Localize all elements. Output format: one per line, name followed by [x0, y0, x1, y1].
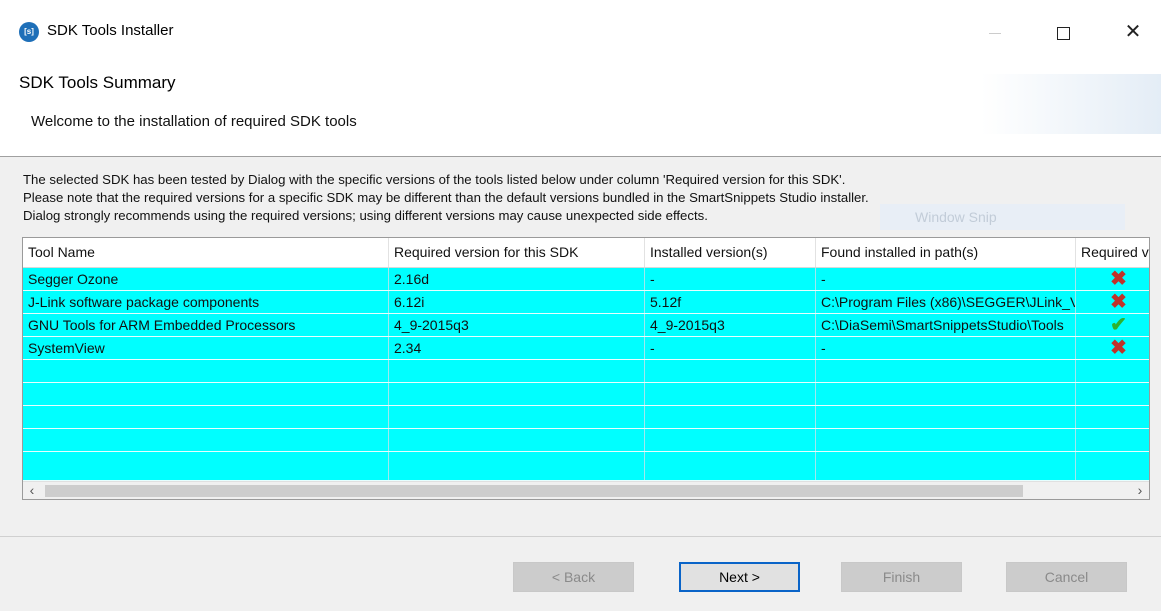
cell-status: ✖ — [1076, 291, 1149, 313]
cell-found-path: C:\Program Files (x86)\SEGGER\JLink_V512… — [816, 291, 1076, 313]
table-row[interactable]: Segger Ozone 2.16d - - ✖ — [23, 268, 1149, 291]
cell-status: ✔ — [1076, 314, 1149, 336]
cell-required-version: 2.16d — [389, 268, 645, 290]
error-x-icon: ✖ — [1110, 291, 1127, 313]
cell-found-path: - — [816, 337, 1076, 359]
minimize-button[interactable] — [972, 14, 1018, 50]
scrollbar-thumb[interactable] — [45, 485, 1023, 497]
empty-cell — [23, 429, 389, 451]
empty-cell — [23, 452, 389, 480]
empty-cell — [816, 360, 1076, 382]
window-title: SDK Tools Installer — [47, 22, 174, 39]
footer-divider — [0, 536, 1161, 537]
cell-installed-version: 4_9-2015q3 — [645, 314, 816, 336]
page-title: SDK Tools Summary — [19, 73, 176, 92]
empty-cell — [1076, 429, 1149, 451]
minimize-icon — [989, 32, 1001, 34]
finish-button[interactable]: Finish — [841, 562, 962, 592]
empty-cell — [1076, 452, 1149, 480]
cell-required-version: 4_9-2015q3 — [389, 314, 645, 336]
checkmark-icon: ✔ — [1110, 314, 1127, 336]
cell-installed-version: 5.12f — [645, 291, 816, 313]
empty-cell — [1076, 406, 1149, 428]
title-bar: [s] SDK Tools Installer ✕ — [0, 0, 1161, 64]
close-icon: ✕ — [1124, 21, 1142, 43]
empty-cell — [645, 383, 816, 405]
column-header-installed-version[interactable]: Installed version(s) — [645, 238, 816, 267]
empty-cell — [645, 406, 816, 428]
column-header-required-status[interactable]: Required version — [1076, 238, 1149, 267]
empty-cell — [389, 452, 645, 480]
chevron-right-icon: › — [1137, 482, 1143, 498]
cell-installed-version: - — [645, 337, 816, 359]
cell-tool-name: Segger Ozone — [23, 268, 389, 290]
empty-cell — [389, 406, 645, 428]
next-button[interactable]: Next > — [679, 562, 800, 592]
error-x-icon: ✖ — [1110, 337, 1127, 359]
empty-cell — [23, 406, 389, 428]
cell-tool-name: GNU Tools for ARM Embedded Processors — [23, 314, 389, 336]
column-header-required-version[interactable]: Required version for this SDK — [389, 238, 645, 267]
cell-found-path: - — [816, 268, 1076, 290]
empty-table-row — [23, 452, 1149, 481]
error-x-icon: ✖ — [1110, 268, 1127, 290]
cell-required-version: 2.34 — [389, 337, 645, 359]
description-line-2: Please note that the required versions f… — [23, 190, 869, 205]
empty-cell — [23, 360, 389, 382]
table-row[interactable]: SystemView 2.34 - - ✖ — [23, 337, 1149, 360]
table-header: Tool Name Required version for this SDK … — [23, 238, 1149, 268]
table-row[interactable]: GNU Tools for ARM Embedded Processors 4_… — [23, 314, 1149, 337]
wizard-body: Window Snip The selected SDK has been te… — [0, 157, 1161, 611]
scroll-right-button[interactable]: › — [1131, 482, 1149, 499]
cancel-button[interactable]: Cancel — [1006, 562, 1127, 592]
description-line-1: The selected SDK has been tested by Dial… — [23, 172, 846, 187]
back-button[interactable]: < Back — [513, 562, 634, 592]
cell-tool-name: J-Link software package components — [23, 291, 389, 313]
window-snip-overlay: Window Snip — [880, 204, 1125, 230]
empty-cell — [1076, 360, 1149, 382]
maximize-button[interactable] — [1040, 14, 1086, 50]
tools-table[interactable]: Tool Name Required version for this SDK … — [22, 237, 1150, 500]
header-banner-graphic — [981, 74, 1161, 134]
empty-cell — [1076, 383, 1149, 405]
empty-table-row — [23, 406, 1149, 429]
empty-cell — [645, 429, 816, 451]
close-button[interactable]: ✕ — [1110, 14, 1156, 50]
cell-found-path: C:\DiaSemi\SmartSnippetsStudio\Tools — [816, 314, 1076, 336]
app-icon: [s] — [19, 22, 39, 42]
horizontal-scrollbar[interactable]: ‹ › — [23, 481, 1149, 499]
column-header-found-path[interactable]: Found installed in path(s) — [816, 238, 1076, 267]
description-line-3: Dialog strongly recommends using the req… — [23, 208, 708, 223]
empty-cell — [816, 452, 1076, 480]
empty-cell — [816, 429, 1076, 451]
scroll-left-button[interactable]: ‹ — [23, 482, 41, 499]
empty-table-row — [23, 360, 1149, 383]
empty-table-row — [23, 383, 1149, 406]
cell-status: ✖ — [1076, 337, 1149, 359]
empty-cell — [816, 383, 1076, 405]
cell-installed-version: - — [645, 268, 816, 290]
description-text: The selected SDK has been tested by Dial… — [23, 171, 869, 225]
empty-cell — [645, 360, 816, 382]
cell-status: ✖ — [1076, 268, 1149, 290]
wizard-header: SDK Tools Summary Welcome to the install… — [0, 64, 1161, 156]
maximize-icon — [1056, 26, 1070, 40]
cell-required-version: 6.12i — [389, 291, 645, 313]
cell-tool-name: SystemView — [23, 337, 389, 359]
empty-cell — [389, 360, 645, 382]
column-header-tool-name[interactable]: Tool Name — [23, 238, 389, 267]
table-row[interactable]: J-Link software package components 6.12i… — [23, 291, 1149, 314]
empty-cell — [389, 429, 645, 451]
empty-cell — [645, 452, 816, 480]
empty-cell — [816, 406, 1076, 428]
empty-cell — [23, 383, 389, 405]
empty-table-row — [23, 429, 1149, 452]
page-subtitle: Welcome to the installation of required … — [31, 113, 357, 130]
empty-cell — [389, 383, 645, 405]
chevron-left-icon: ‹ — [29, 482, 35, 498]
